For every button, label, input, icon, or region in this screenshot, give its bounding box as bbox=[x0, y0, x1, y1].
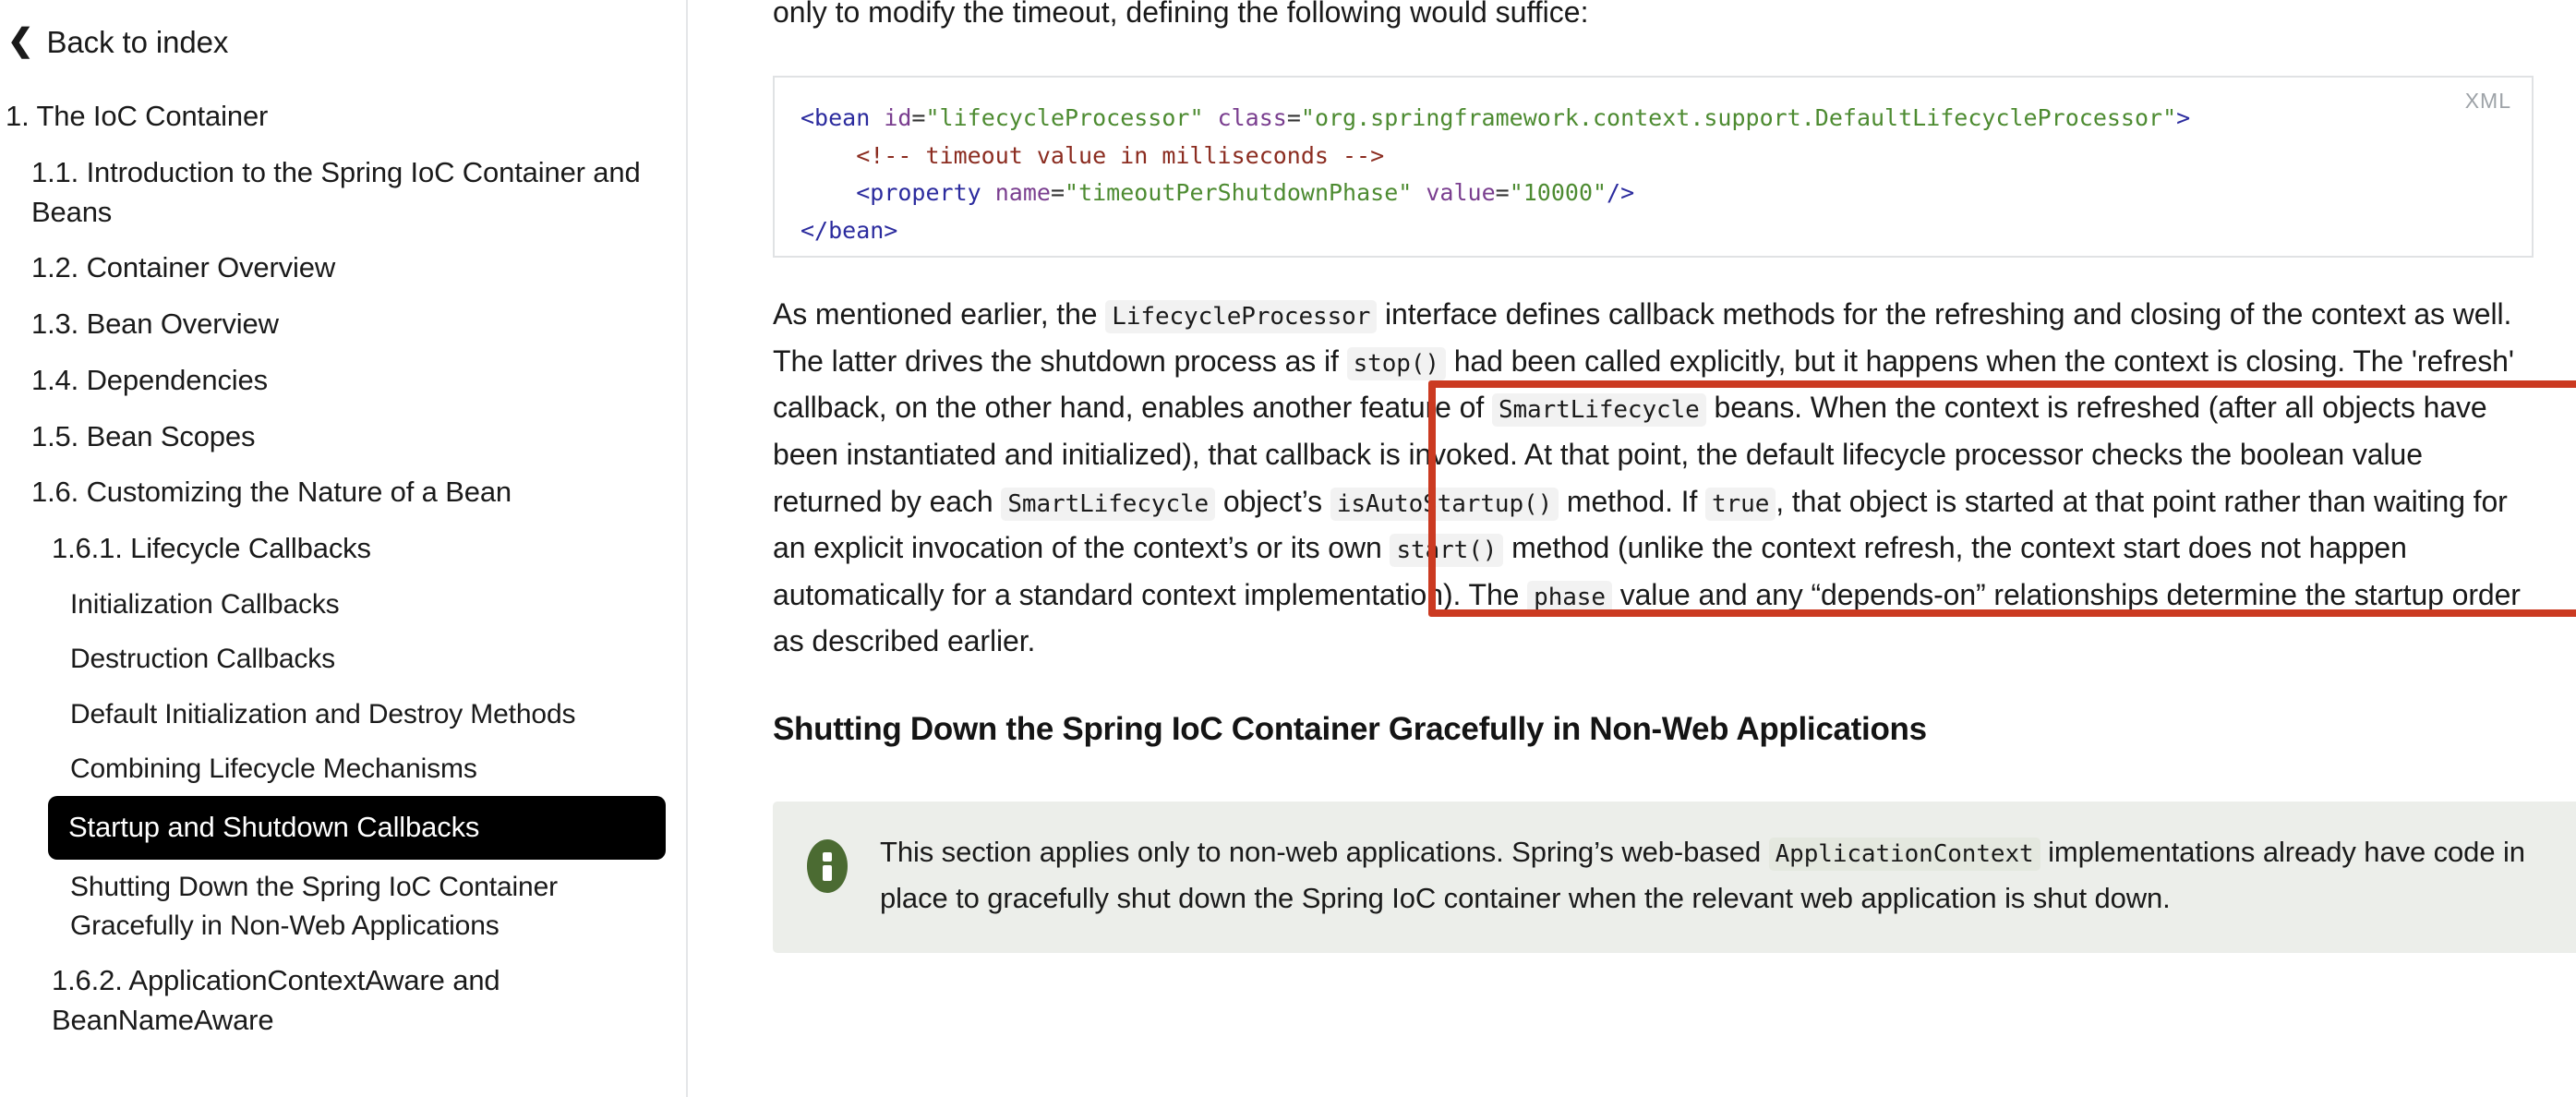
chevron-left-icon: ❮ bbox=[7, 23, 34, 58]
sidebar-item-row: 1.1. Introduction to the Spring IoC Cont… bbox=[0, 145, 686, 241]
code-token: <!-- timeout value in milliseconds --> bbox=[800, 141, 1385, 169]
code-token: = bbox=[911, 104, 926, 132]
sidebar-item-row: Default Initialization and Destroy Metho… bbox=[0, 687, 686, 741]
info-note-text: This section applies only to non-web app… bbox=[880, 829, 2576, 922]
sidebar-item-row: 1. The IoC Container bbox=[0, 89, 686, 145]
sidebar-item-row: Combining Lifecycle Mechanisms bbox=[0, 741, 686, 796]
code-token: class bbox=[1203, 104, 1287, 132]
code-token: = bbox=[1050, 179, 1065, 207]
inline-code-isautostartup: isAutoStartup() bbox=[1330, 487, 1559, 521]
sidebar-item-row-active: Startup and Shutdown Callbacks bbox=[48, 796, 666, 861]
code-token: <bean bbox=[800, 104, 871, 132]
inline-code-smartlifecycle-1: SmartLifecycle bbox=[1491, 393, 1706, 428]
code-token: name bbox=[981, 179, 1051, 207]
sidebar-item-startup-and-shutdown-callbacks[interactable]: Startup and Shutdown Callbacks bbox=[48, 808, 666, 848]
sidebar-item-row: 1.5. Bean Scopes bbox=[0, 409, 686, 465]
sidebar-item-customizing-the-nature-of-a-bean[interactable]: 1.6. Customizing the Nature of a Bean bbox=[0, 473, 686, 512]
code-token: "timeoutPerShutdownPhase" bbox=[1065, 179, 1413, 207]
code-token: </bean> bbox=[800, 216, 898, 244]
sidebar-item-bean-overview[interactable]: 1.3. Bean Overview bbox=[0, 305, 686, 344]
sidebar-item-row: 1.6. Customizing the Nature of a Bean bbox=[0, 464, 686, 521]
sidebar-item-row: 1.3. Bean Overview bbox=[0, 296, 686, 353]
sidebar-item-row: 1.6.2. ApplicationContextAware and BeanN… bbox=[0, 953, 686, 1049]
table-of-contents: 1. The IoC Container 1.1. Introduction t… bbox=[0, 89, 686, 1049]
sidebar-item-row: Initialization Callbacks bbox=[0, 577, 686, 632]
code-token: "lifecycleProcessor" bbox=[925, 104, 1204, 132]
code-token: value bbox=[1412, 179, 1496, 207]
code-token: = bbox=[1286, 104, 1301, 132]
documentation-page: ❮ Back to index 1. The IoC Container 1.1… bbox=[0, 0, 2576, 1097]
section-heading: Shutting Down the Spring IoC Container G… bbox=[773, 710, 1927, 747]
sidebar-item-default-initialization-and-destroy-methods[interactable]: Default Initialization and Destroy Metho… bbox=[0, 695, 686, 733]
code-token: > bbox=[2176, 104, 2191, 132]
sidebar-item-row: 1.2. Container Overview bbox=[0, 240, 686, 296]
inline-code-lifecycleprocessor: LifecycleProcessor bbox=[1105, 300, 1378, 334]
lifecycle-processor-paragraph: As mentioned earlier, the LifecycleProce… bbox=[773, 291, 2534, 664]
sidebar-item-initialization-callbacks[interactable]: Initialization Callbacks bbox=[0, 585, 686, 623]
code-listing-block: XML <bean id="lifecycleProcessor" class=… bbox=[773, 76, 2534, 259]
sidebar-item-the-ioc-container[interactable]: 1. The IoC Container bbox=[0, 97, 686, 137]
sidebar-navigation: ❮ Back to index 1. The IoC Container 1.1… bbox=[0, 0, 688, 1097]
back-to-index-link[interactable]: ❮ Back to index bbox=[0, 0, 686, 57]
sidebar-item-introduction-to-the-spring-ioc-container-and-beans[interactable]: 1.1. Introduction to the Spring IoC Cont… bbox=[0, 153, 686, 233]
sidebar-item-combining-lifecycle-mechanisms[interactable]: Combining Lifecycle Mechanisms bbox=[0, 750, 686, 788]
sidebar-item-shutting-down-the-spring-ioc-container-gracefully-in-non-web-applications[interactable]: Shutting Down the Spring IoC Container G… bbox=[0, 868, 686, 945]
sidebar-item-dependencies[interactable]: 1.4. Dependencies bbox=[0, 361, 686, 401]
sidebar-item-lifecycle-callbacks[interactable]: 1.6.1. Lifecycle Callbacks bbox=[0, 529, 686, 569]
code-token: "org.springframework.context.support.Def… bbox=[1300, 104, 2177, 132]
sidebar-item-destruction-callbacks[interactable]: Destruction Callbacks bbox=[0, 640, 686, 678]
inline-code-applicationcontext: ApplicationContext bbox=[1768, 837, 2040, 871]
code-token: "10000" bbox=[1509, 179, 1607, 207]
sidebar-item-applicationcontextaware-and-beannameaware[interactable]: 1.6.2. ApplicationContextAware and BeanN… bbox=[0, 961, 686, 1041]
main-content: only to modify the timeout, defining the… bbox=[688, 0, 2576, 1097]
info-note-box: This section applies only to non-web app… bbox=[773, 801, 2576, 954]
lead-paragraph: only to modify the timeout, defining the… bbox=[773, 0, 1589, 29]
code-listing-text: <bean id="lifecycleProcessor" class="org… bbox=[800, 100, 2504, 249]
code-language-label: XML bbox=[2464, 89, 2511, 114]
info-icon bbox=[806, 838, 849, 894]
para-text: method. If bbox=[1559, 484, 1706, 518]
inline-code-stop: stop() bbox=[1346, 346, 1446, 380]
sidebar-item-container-overview[interactable]: 1.2. Container Overview bbox=[0, 248, 686, 288]
sidebar-item-row: Destruction Callbacks bbox=[0, 632, 686, 686]
inline-code-true: true bbox=[1705, 487, 1776, 521]
code-token: = bbox=[1495, 179, 1510, 207]
code-token: <property bbox=[856, 179, 981, 207]
code-token: id bbox=[870, 104, 912, 132]
sidebar-item-row: 1.4. Dependencies bbox=[0, 353, 686, 409]
inline-code-smartlifecycle-2: SmartLifecycle bbox=[1001, 487, 1216, 521]
sidebar-item-bean-scopes[interactable]: 1.5. Bean Scopes bbox=[0, 417, 686, 457]
sidebar-item-row: 1.6.1. Lifecycle Callbacks bbox=[0, 521, 686, 577]
para-text: object’s bbox=[1215, 484, 1330, 518]
code-token: /> bbox=[1607, 179, 1635, 207]
sidebar-item-row: Shutting Down the Spring IoC Container G… bbox=[0, 860, 686, 953]
inline-code-phase: phase bbox=[1527, 580, 1612, 614]
back-to-index-label: Back to index bbox=[46, 24, 229, 59]
note-text-part: This section applies only to non-web app… bbox=[880, 835, 1769, 868]
para-text: As mentioned earlier, the bbox=[773, 297, 1106, 332]
inline-code-start: start() bbox=[1390, 534, 1504, 568]
